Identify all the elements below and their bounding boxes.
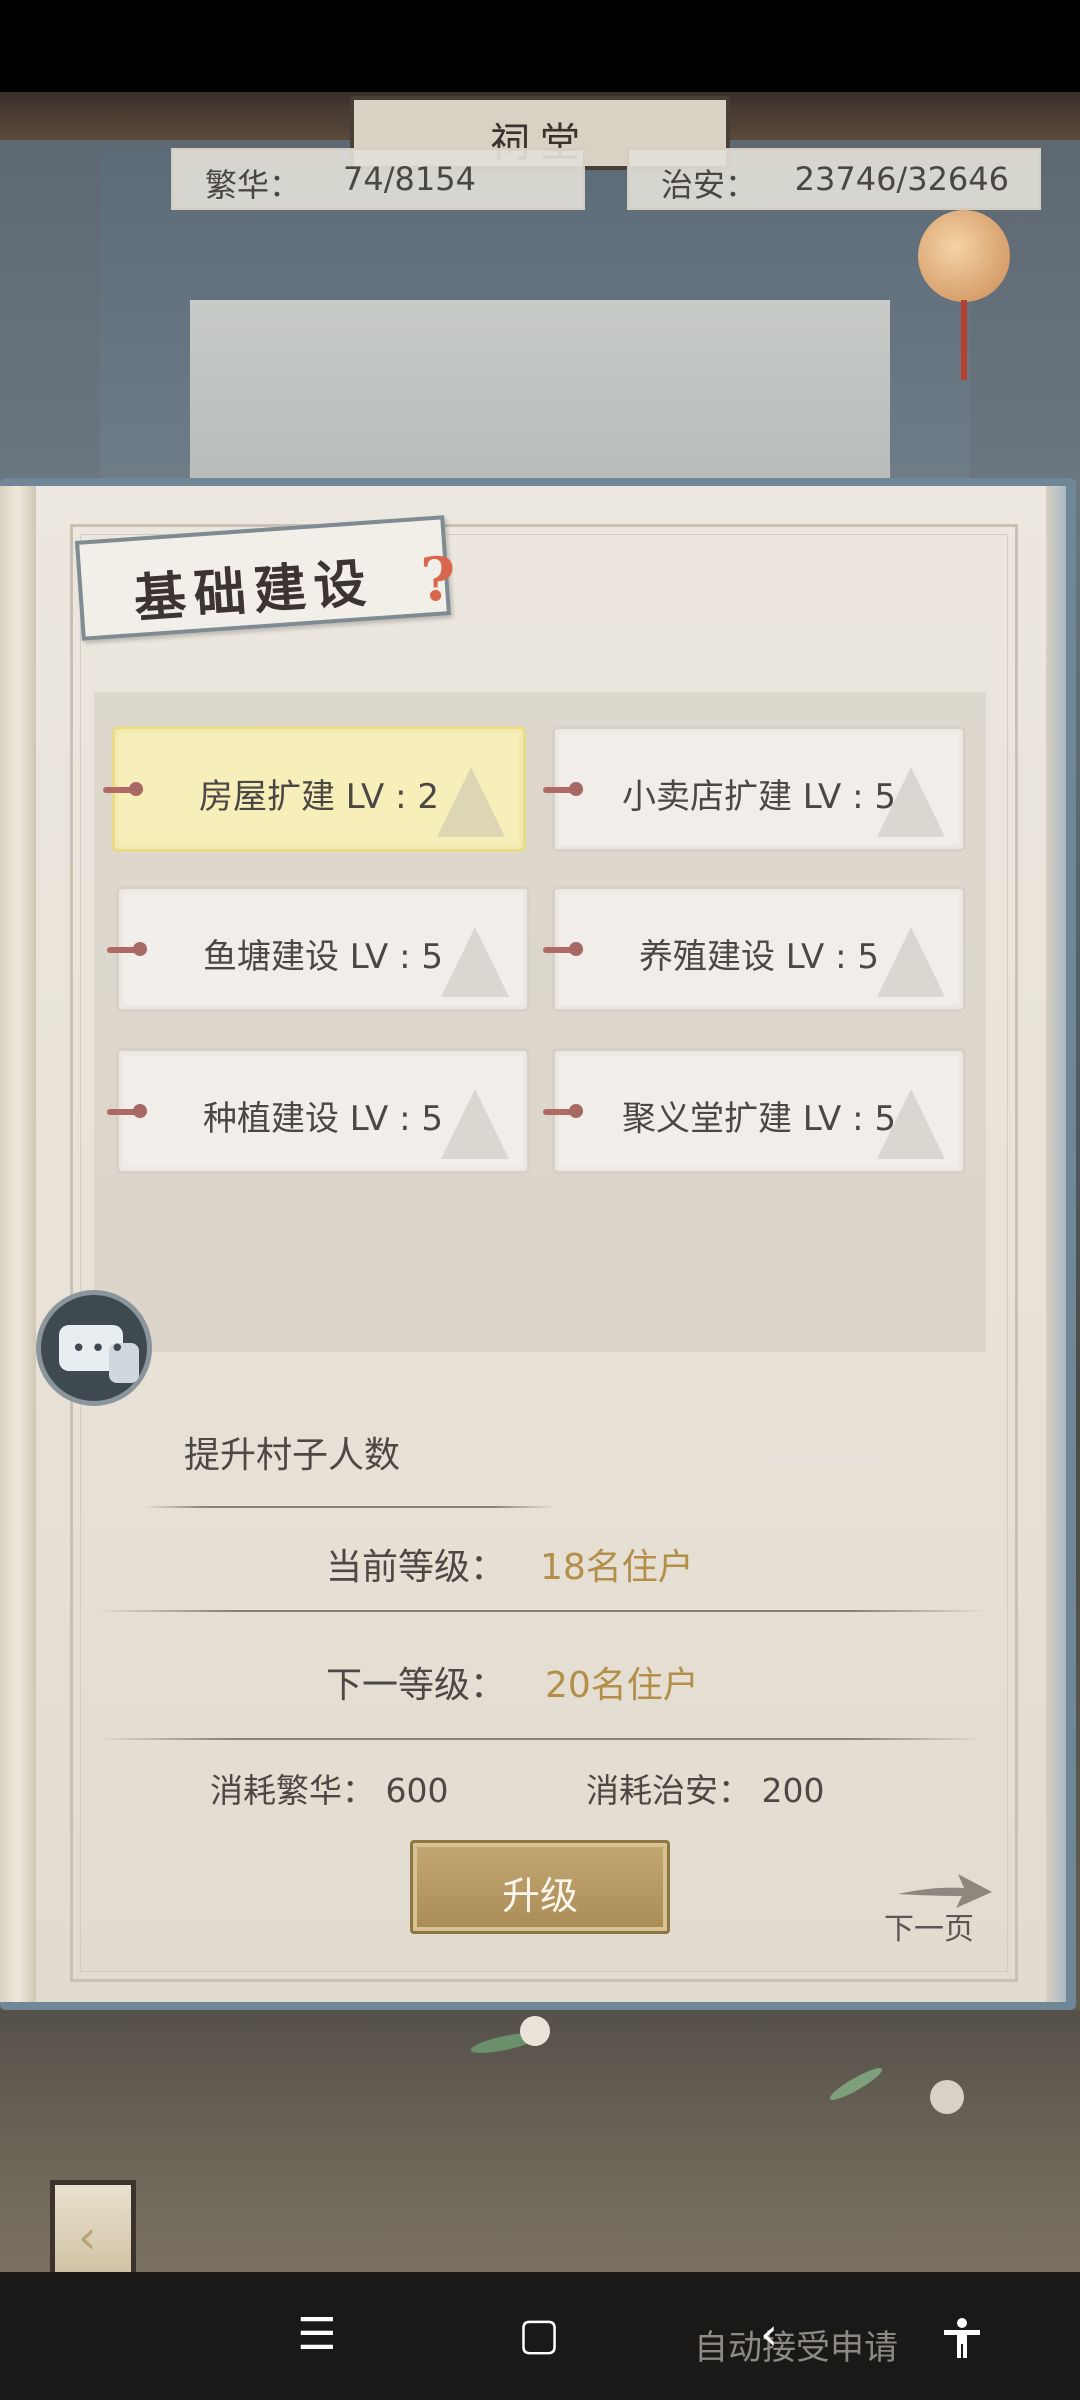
next-page-label: 下一页 [884, 1912, 974, 1947]
building-label: 小卖店扩建 LV : 5 [622, 777, 896, 817]
security-value: 23746/32646 [794, 160, 1009, 198]
building-card-shop[interactable]: 小卖店扩建 LV : 5 [543, 726, 966, 852]
book-edge [1046, 486, 1066, 2002]
current-level-value: 18名住户 [540, 1547, 694, 1588]
building-card-planting[interactable]: 种植建设 LV : 5 [107, 1048, 530, 1174]
cost-prosperity: 消耗繁华： 600 [210, 1771, 449, 1810]
back-icon[interactable]: ‹ [734, 2300, 804, 2370]
building-card-hall[interactable]: 聚义堂扩建 LV : 5 [543, 1048, 966, 1174]
book-spine [0, 486, 36, 2002]
security-stat: 治安： 23746/32646 [627, 148, 1041, 210]
prosperity-value: 74/8154 [343, 160, 476, 198]
cost-security: 消耗治安： 200 [586, 1771, 825, 1810]
upgrade-button-label: 升级 [501, 1874, 578, 1918]
chat-dots-icon: ••• [71, 1334, 130, 1364]
floor [0, 2010, 1080, 2272]
security-label: 治安： [661, 166, 758, 204]
building-label: 鱼塘建设 LV : 5 [203, 937, 443, 977]
current-level-label: 当前等级： [326, 1547, 507, 1588]
next-level-value: 20名住户 [545, 1665, 699, 1706]
building-label: 房屋扩建 LV : 2 [199, 777, 439, 817]
flower-decoration [520, 2016, 550, 2046]
next-page-button[interactable]: 下一页 [884, 1868, 994, 1947]
chevron-left-icon: ‹ [78, 2210, 97, 2264]
flower-decoration [930, 2080, 964, 2114]
lantern-tassel [961, 300, 967, 380]
scroll-painting [190, 300, 890, 490]
status-bar [0, 0, 1080, 92]
building-label: 养殖建设 LV : 5 [639, 937, 879, 977]
divider [96, 1610, 986, 1612]
accessibility-icon[interactable] [924, 2300, 994, 2370]
next-level-label: 下一等级： [326, 1665, 507, 1706]
prosperity-label: 繁华： [205, 166, 302, 204]
building-card-fishpond[interactable]: 鱼塘建设 LV : 5 [107, 886, 530, 1012]
building-card-house[interactable]: 房屋扩建 LV : 2 [103, 726, 526, 852]
divider [96, 1738, 986, 1740]
building-label: 种植建设 LV : 5 [203, 1099, 443, 1139]
detail-title: 提升村子人数 [184, 1435, 401, 1476]
building-card-breeding[interactable]: 养殖建设 LV : 5 [543, 886, 966, 1012]
lantern-icon [918, 210, 1010, 302]
prosperity-stat: 繁华： 74/8154 [171, 148, 585, 210]
building-label: 聚义堂扩建 LV : 5 [622, 1099, 896, 1139]
help-icon[interactable]: ? [420, 548, 464, 612]
divider [144, 1506, 554, 1508]
menu-icon[interactable]: ☰ [282, 2300, 352, 2370]
chat-button[interactable]: ••• [36, 1290, 152, 1406]
upgrade-button[interactable]: 升级 [410, 1840, 670, 1934]
home-icon[interactable]: ▢ [504, 2300, 574, 2370]
